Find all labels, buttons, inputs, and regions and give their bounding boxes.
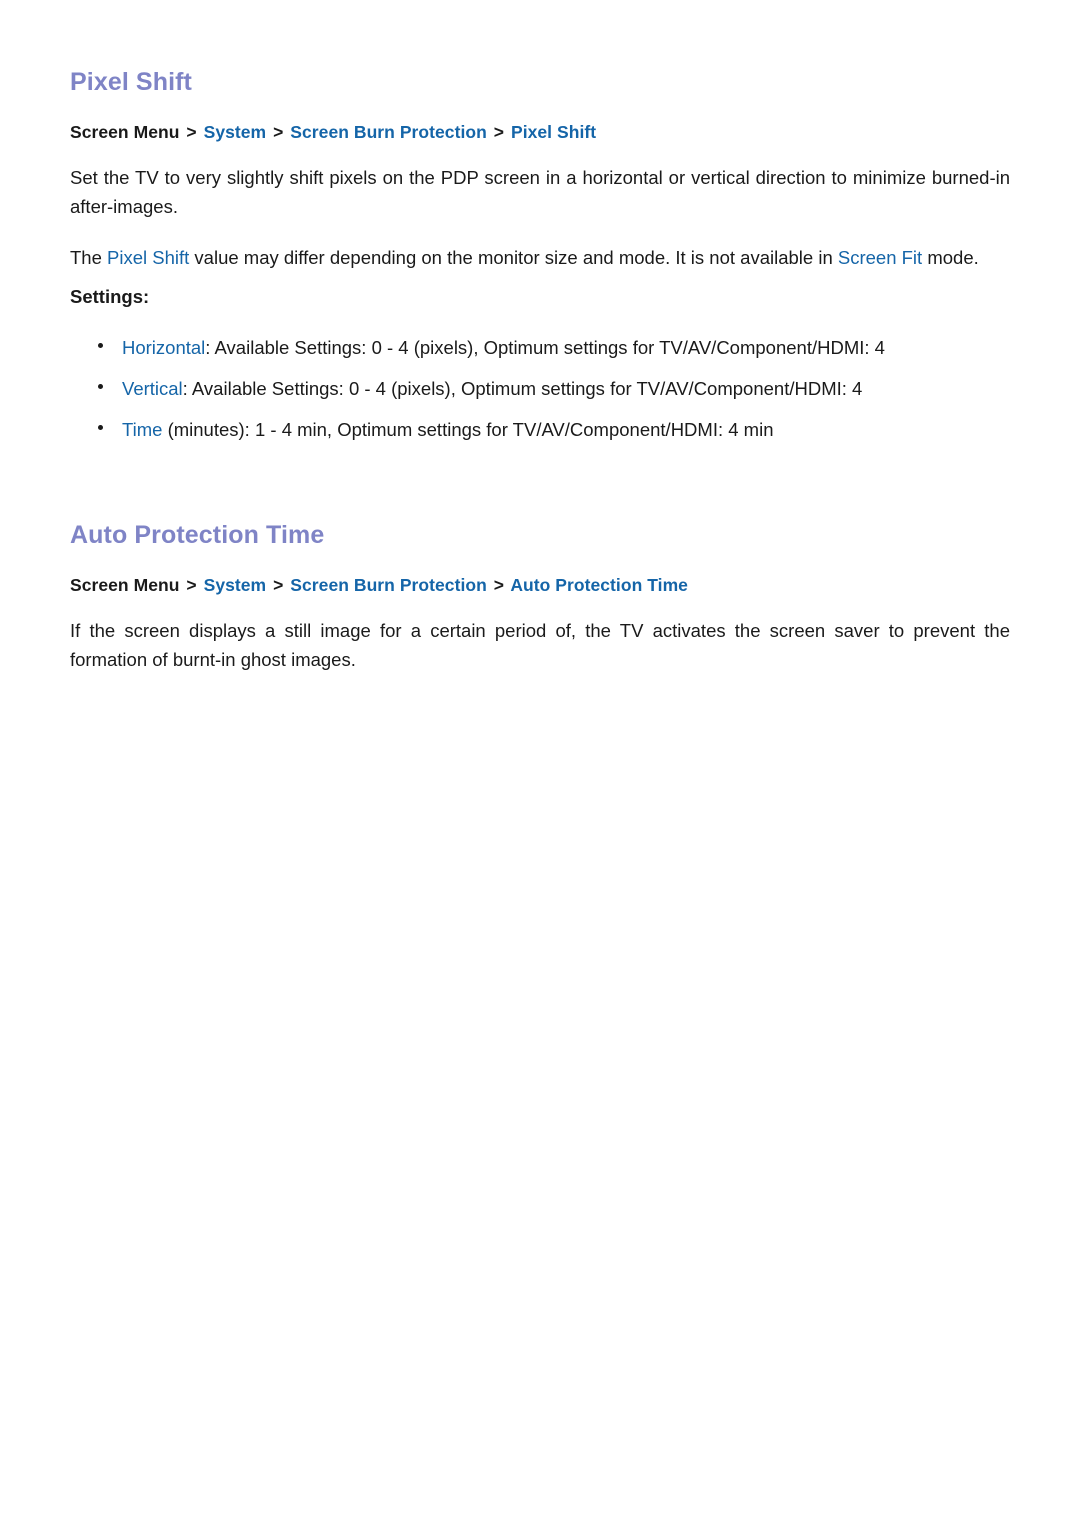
settings-list: Horizontal: Available Settings: 0 - 4 (p… xyxy=(70,308,1010,443)
settings-label: Settings: xyxy=(70,286,150,307)
list-item-label[interactable]: Time xyxy=(122,419,162,440)
paragraph-text: mode. xyxy=(922,247,979,268)
list-item-label-suffix: (minutes): xyxy=(162,419,250,440)
paragraph-text: If the screen displays a still image for… xyxy=(70,620,1010,670)
breadcrumb-item-screen-burn-protection[interactable]: Screen Burn Protection xyxy=(290,122,487,142)
list-item-text: Available Settings: 0 - 4 (pixels), Opti… xyxy=(187,378,863,399)
section-pixel-shift: Pixel Shift Screen Menu > System > Scree… xyxy=(70,0,1010,443)
paragraph-text: The xyxy=(70,247,108,268)
list-item-text: 1 - 4 min, Optimum settings for TV/AV/Co… xyxy=(249,419,774,440)
breadcrumb: Screen Menu > System > Screen Burn Prote… xyxy=(70,122,1010,143)
paragraph-description: If the screen displays a still image for… xyxy=(70,596,1010,674)
bullet-icon xyxy=(98,343,103,348)
page-title: Auto Protection Time xyxy=(70,521,325,549)
list-item-text: Available Settings: 0 - 4 (pixels), Opti… xyxy=(210,337,885,358)
breadcrumb-root: Screen Menu xyxy=(70,122,180,142)
paragraph-text: Set the TV to very slightly shift pixels… xyxy=(70,167,1010,217)
bullet-icon xyxy=(98,384,103,389)
breadcrumb-item-system[interactable]: System xyxy=(204,575,267,595)
list-item-label[interactable]: Vertical xyxy=(122,378,183,399)
inline-link-pixel-shift[interactable]: Pixel Shift xyxy=(107,247,189,268)
document-content: Pixel Shift Screen Menu > System > Scree… xyxy=(70,0,1010,674)
breadcrumb-separator: > xyxy=(186,575,197,595)
breadcrumb-item-pixel-shift[interactable]: Pixel Shift xyxy=(511,122,596,142)
breadcrumb-item-screen-burn-protection[interactable]: Screen Burn Protection xyxy=(290,575,487,595)
paragraph-availability: The Pixel Shift value may differ dependi… xyxy=(70,221,1010,272)
list-item-label[interactable]: Horizontal xyxy=(122,337,205,358)
breadcrumb-separator: > xyxy=(186,122,197,142)
breadcrumb-separator: > xyxy=(493,575,505,595)
document-page: Pixel Shift Screen Menu > System > Scree… xyxy=(0,0,1080,1527)
page-title: Pixel Shift xyxy=(70,68,192,96)
list-item: Vertical: Available Settings: 0 - 4 (pix… xyxy=(70,361,1010,402)
breadcrumb-separator: > xyxy=(273,575,284,595)
section-auto-protection-time: Auto Protection Time Screen Menu > Syste… xyxy=(70,465,1010,674)
breadcrumb-item-auto-protection-time[interactable]: Auto Protection Time xyxy=(510,575,688,595)
breadcrumb-item-system[interactable]: System xyxy=(204,122,267,142)
list-item: Time (minutes): 1 - 4 min, Optimum setti… xyxy=(70,402,1010,443)
breadcrumb-root: Screen Menu xyxy=(70,575,180,595)
breadcrumb: Screen Menu > System > Screen Burn Prote… xyxy=(70,575,1010,596)
paragraph-description: Set the TV to very slightly shift pixels… xyxy=(70,143,1010,221)
breadcrumb-separator: > xyxy=(273,122,284,142)
paragraph-text: value may differ depending on the monito… xyxy=(189,247,838,268)
bullet-icon xyxy=(98,425,103,430)
breadcrumb-separator: > xyxy=(493,122,505,142)
inline-link-screen-fit[interactable]: Screen Fit xyxy=(838,247,922,268)
list-item: Horizontal: Available Settings: 0 - 4 (p… xyxy=(70,320,1010,361)
